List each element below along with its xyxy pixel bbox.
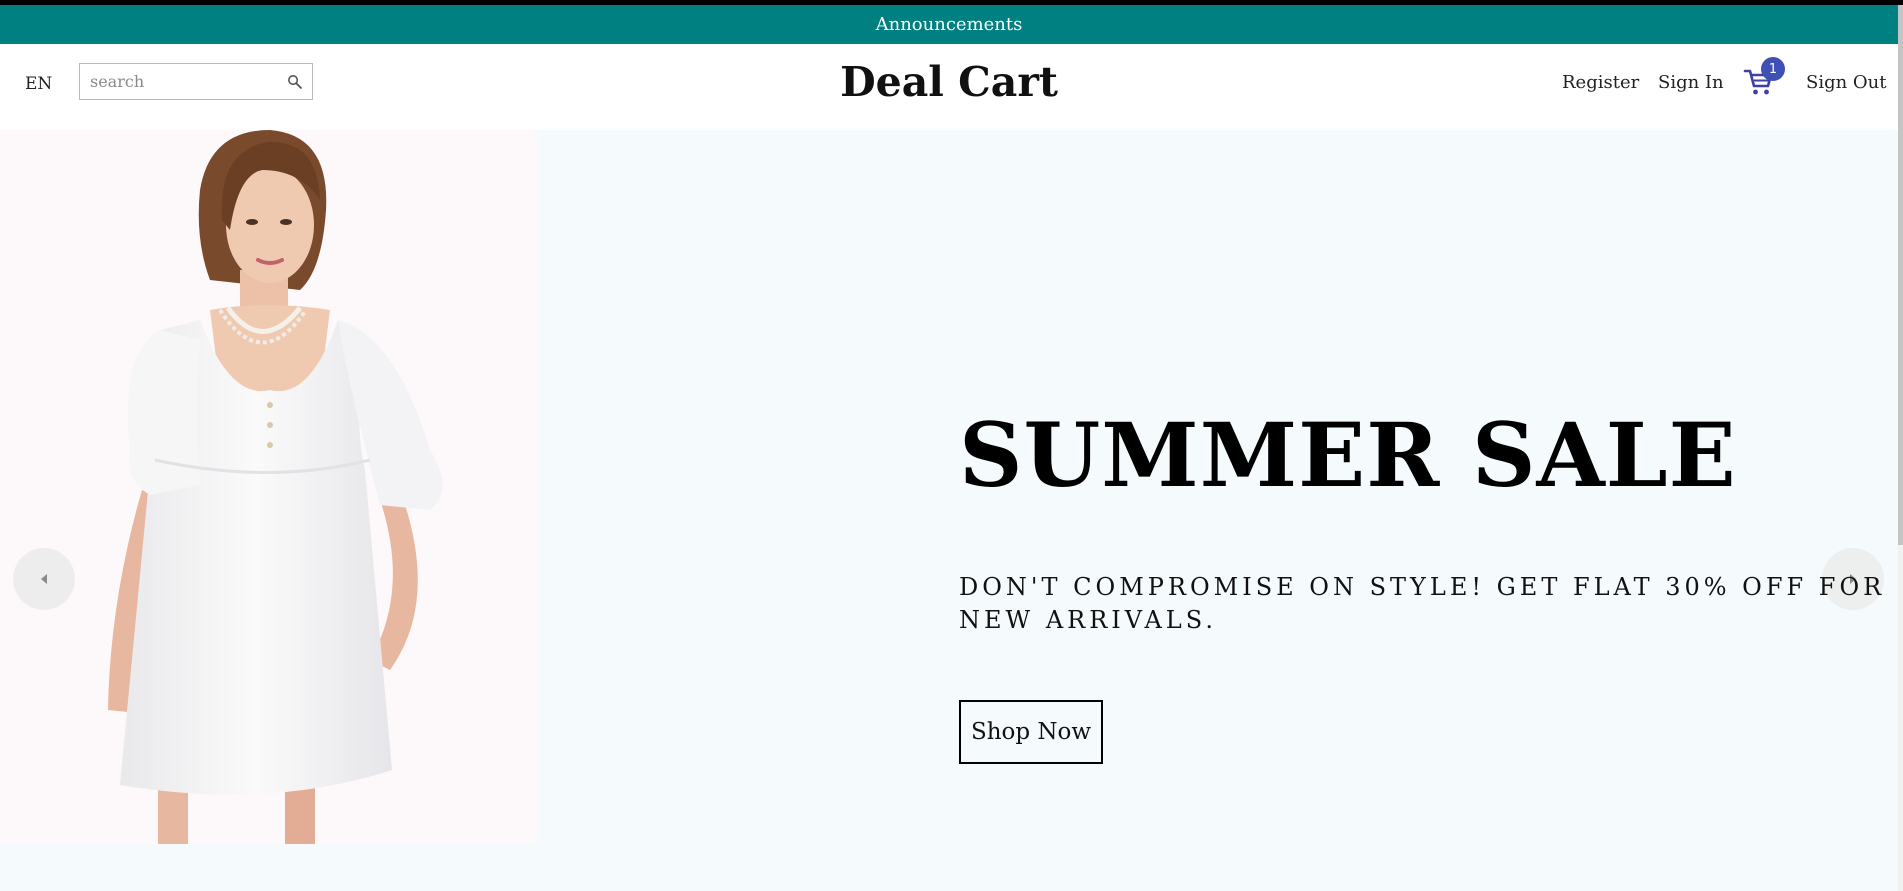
- search-box: [79, 63, 313, 100]
- announcement-text: Announcements: [875, 14, 1023, 35]
- language-selector[interactable]: EN: [25, 74, 52, 94]
- site-header: EN Deal Cart Register Sign In 1 Sign Out: [0, 44, 1898, 130]
- woman-in-white-dress-illustration: [0, 130, 538, 844]
- register-link[interactable]: Register: [1562, 72, 1639, 93]
- hero-description: DON'T COMPROMISE ON STYLE! GET FLAT 30% …: [959, 573, 1886, 634]
- announcement-bar: Announcements: [0, 5, 1898, 44]
- shop-now-button[interactable]: Shop Now: [959, 700, 1103, 764]
- hero-title: SUMMER SALE: [959, 403, 1737, 507]
- search-icon[interactable]: [286, 73, 303, 90]
- hero-image: [0, 130, 538, 844]
- scrollbar-thumb[interactable]: [1898, 5, 1903, 545]
- arrow-left-icon: [41, 574, 47, 584]
- hero-slider: SUMMER SALE DON'T COMPROMISE ON STYLE! G…: [0, 130, 1898, 844]
- sign-out-link[interactable]: Sign Out: [1806, 72, 1887, 93]
- search-input[interactable]: [80, 64, 295, 99]
- cart-count-badge: 1: [1761, 57, 1785, 81]
- sign-in-link[interactable]: Sign In: [1658, 72, 1724, 93]
- carousel-prev-button[interactable]: [13, 548, 75, 610]
- site-logo[interactable]: Deal Cart: [840, 58, 1058, 106]
